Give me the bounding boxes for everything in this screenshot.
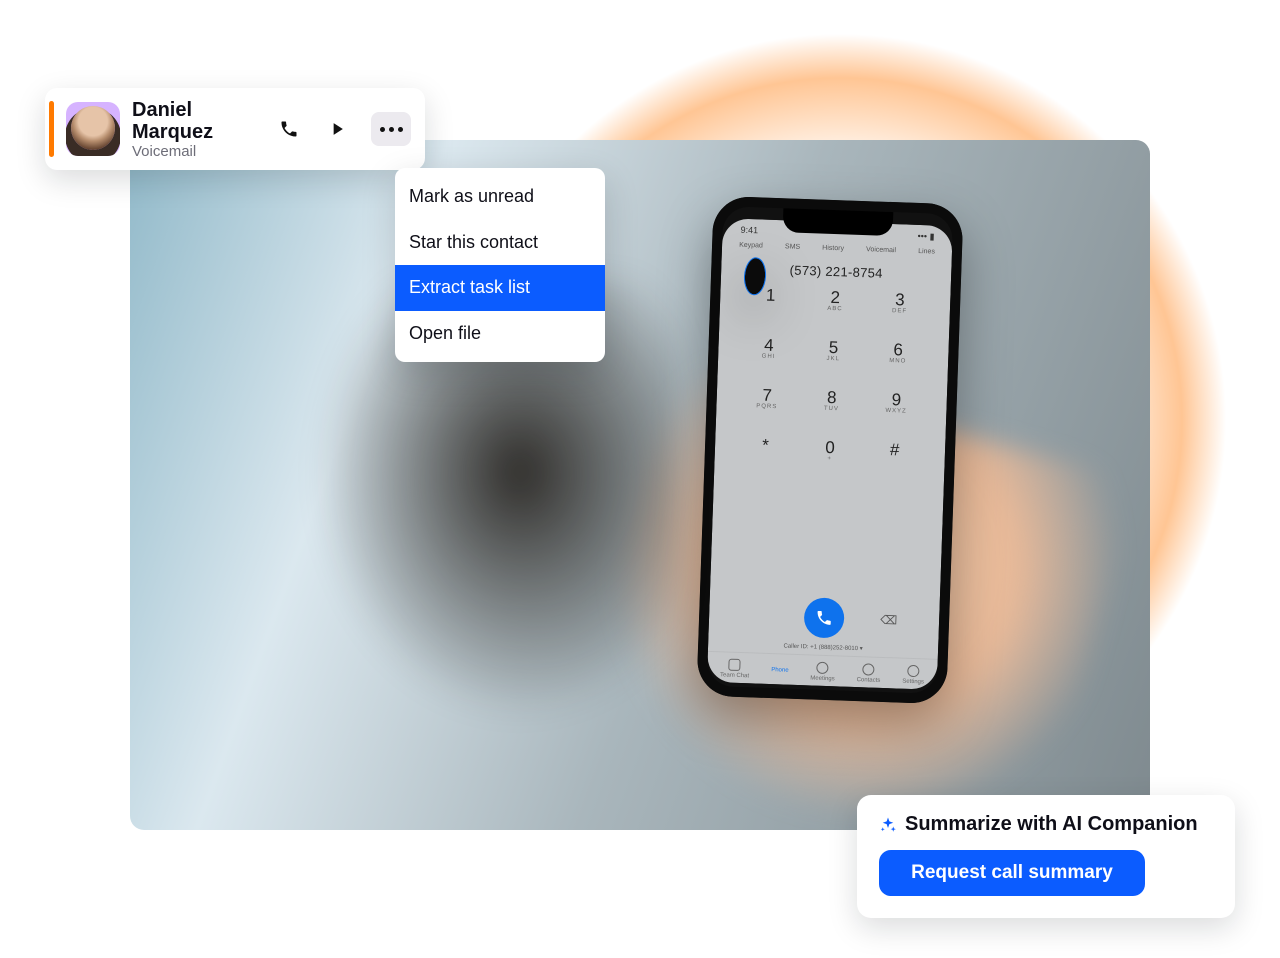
ai-companion-card: Summarize with AI Companion Request call… [857, 795, 1235, 918]
context-menu: Mark as unread Star this contact Extract… [395, 168, 605, 362]
nav-team-chat[interactable]: Team Chat [720, 658, 750, 679]
ai-card-title: Summarize with AI Companion [905, 813, 1198, 836]
contact-subtitle: Voicemail [132, 143, 263, 160]
phone-status-time: 9:41 [740, 225, 758, 237]
menu-item-mark-unread[interactable]: Mark as unread [395, 174, 605, 220]
phone-icon [279, 119, 299, 139]
phone-mockup: 9:41 ••• ▮ Keypad SMS History Voicemail … [696, 196, 963, 704]
key-2[interactable]: 2ABC [802, 288, 868, 336]
key-3[interactable]: 3DEF [866, 290, 932, 338]
key-5[interactable]: 5JKL [800, 338, 866, 386]
contact-avatar [66, 102, 120, 156]
menu-item-star-contact[interactable]: Star this contact [395, 220, 605, 266]
phone-tab-voicemail[interactable]: Voicemail [866, 246, 896, 254]
key-0[interactable]: 0+ [796, 438, 862, 486]
key-1[interactable]: 1 [737, 286, 803, 334]
phone-tab-history[interactable]: History [822, 245, 844, 253]
key-8[interactable]: 8TUV [798, 388, 864, 436]
phone-icon [815, 609, 834, 628]
key-6[interactable]: 6MNO [865, 340, 931, 388]
delete-icon[interactable]: ⌫ [880, 613, 897, 628]
key-star[interactable]: * [732, 436, 798, 484]
play-icon [327, 119, 347, 139]
menu-item-open-file[interactable]: Open file [395, 311, 605, 357]
accent-bar [49, 101, 54, 157]
nav-settings[interactable]: Settings [902, 665, 924, 686]
contact-name: Daniel Marquez [132, 99, 263, 143]
voicemail-card[interactable]: Daniel Marquez Voicemail [45, 88, 425, 170]
menu-item-extract-tasks[interactable]: Extract task list [395, 265, 605, 311]
nav-meetings[interactable]: Meetings [810, 661, 835, 682]
more-options-button[interactable] [371, 112, 411, 146]
phone-tab-lines[interactable]: Lines [918, 248, 935, 256]
phone-status-icons: ••• ▮ [917, 231, 934, 243]
dial-button[interactable] [803, 597, 844, 638]
key-9[interactable]: 9WXYZ [863, 390, 929, 438]
phone-bottom-nav: Team Chat Phone Meetings Contacts Settin… [707, 651, 938, 690]
request-summary-button[interactable]: Request call summary [879, 850, 1145, 896]
phone-tab-keypad[interactable]: Keypad [739, 242, 763, 250]
call-back-button[interactable] [275, 115, 303, 143]
keypad: 1 2ABC 3DEF 4GHI 5JKL 6MNO 7PQRS 8TUV 9W… [710, 279, 951, 596]
key-4[interactable]: 4GHI [735, 336, 801, 384]
phone-tab-sms[interactable]: SMS [785, 243, 800, 251]
nav-phone[interactable]: Phone [771, 667, 789, 674]
nav-contacts[interactable]: Contacts [857, 663, 881, 684]
sparkle-icon [879, 816, 897, 834]
key-7[interactable]: 7PQRS [734, 386, 800, 434]
play-voicemail-button[interactable] [323, 115, 351, 143]
hero-photo: 9:41 ••• ▮ Keypad SMS History Voicemail … [130, 140, 1150, 830]
key-hash[interactable]: # [861, 440, 927, 488]
